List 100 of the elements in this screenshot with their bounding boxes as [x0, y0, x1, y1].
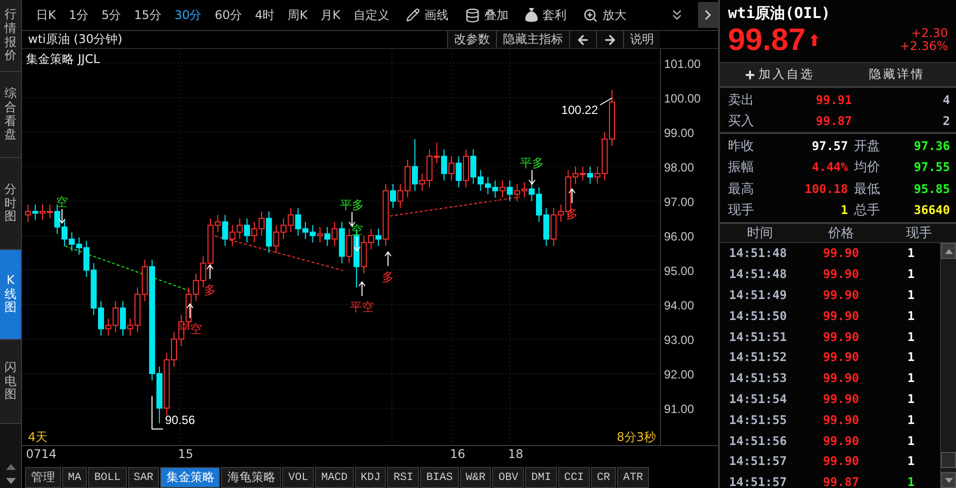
indicator-tab[interactable]: 管理 [25, 467, 61, 488]
period-tab[interactable]: 15分 [134, 6, 162, 24]
next-button[interactable] [596, 31, 623, 48]
chart-button[interactable]: 说明 [623, 31, 660, 48]
tick-time: 14:51:50 [728, 308, 788, 323]
indicator-tab[interactable]: RSI [387, 467, 420, 488]
indicator-tab[interactable]: MA [62, 467, 88, 488]
side-tab[interactable]: 分时图 [0, 158, 21, 250]
period-tab[interactable]: 60分 [214, 6, 242, 24]
tick-volume: 1 [906, 371, 916, 386]
price-axis-label: 100.00 [664, 92, 701, 106]
price-change: +2.30 [911, 27, 948, 40]
indicator-tab[interactable]: SAR [128, 467, 160, 488]
period-tab[interactable]: 周K [288, 6, 308, 24]
price-axis-label: 99.00 [664, 126, 694, 140]
tick-time: 14:51:56 [728, 434, 788, 448]
leader-line [600, 98, 612, 106]
scroll-down-icon [944, 478, 952, 482]
price-axis-label: 91.00 [664, 402, 694, 416]
toolbar-button[interactable]: 套利 [525, 6, 566, 24]
action-button[interactable]: 加入自选 [720, 63, 838, 86]
indicator-tab[interactable]: BOLL [88, 467, 127, 488]
next-button[interactable] [698, 2, 718, 28]
countdown-label: 8分3秒 [616, 430, 656, 444]
price-axis-label: 94.00 [664, 298, 694, 313]
signal-label: 空 [351, 223, 363, 237]
order-volume: 4 [942, 92, 950, 106]
tick-price: 99.90 [822, 371, 860, 386]
stat-label: 现手 [728, 202, 755, 220]
signal-arrow [358, 281, 366, 296]
period-tab[interactable]: 月K [320, 6, 340, 24]
side-tab[interactable]: 行情报价 [0, 0, 21, 72]
toolbar-button[interactable]: 画线 [406, 6, 448, 24]
indicator-tab[interactable]: CCI [558, 467, 590, 488]
signal-arrow [206, 264, 214, 280]
toolbar-button[interactable]: 放大 [583, 6, 626, 24]
indicator-tab[interactable]: W&R [460, 467, 492, 488]
indicator-tab[interactable]: OBV [492, 467, 524, 488]
price-axis-label: 93.00 [664, 333, 694, 348]
stat-label: 均价 [854, 159, 880, 176]
signal-label: 多 [382, 270, 394, 284]
indicator-tab[interactable]: BIAS [420, 467, 459, 488]
stat-label: 昨收 [728, 138, 755, 155]
period-tab[interactable]: 5分 [102, 6, 122, 24]
previous-button[interactable] [569, 31, 596, 48]
indicator-tab[interactable]: MACD [315, 467, 354, 488]
tick-price: 99.90 [822, 330, 860, 344]
order-price: 99.87 [814, 114, 852, 128]
stat-value: 97.57 [810, 138, 848, 153]
plus-icon [744, 68, 756, 80]
period-tab[interactable]: 自定义 [353, 6, 390, 24]
period-tab[interactable]: 1分 [68, 6, 89, 24]
scroll-up-icon[interactable] [6, 464, 16, 470]
stat-value: 95.85 [912, 182, 950, 196]
signal-label: 空 [56, 195, 68, 209]
scrollbar[interactable] [940, 243, 956, 488]
order-volume: 2 [942, 114, 950, 128]
tick-price: 99.90 [822, 392, 860, 406]
chart-button[interactable]: 隐藏主指标 [496, 31, 569, 48]
action-button[interactable]: 隐藏详情 [838, 63, 956, 86]
period-tab[interactable]: 4时 [255, 6, 275, 24]
indicator-tab[interactable]: VOL [282, 467, 314, 488]
price-axis-label: 96.00 [664, 230, 694, 244]
side-tab[interactable]: K线图 [0, 250, 21, 340]
side-tab[interactable]: 闪电图 [0, 340, 21, 424]
scroll-up-icon [944, 248, 952, 254]
column-header: 价格 [827, 225, 855, 242]
scroll-thumb[interactable] [941, 452, 956, 468]
toolbar-button[interactable]: 叠加 [465, 6, 508, 24]
stat-value: 97.55 [912, 160, 950, 174]
tick-time: 14:51:57 [728, 454, 788, 468]
tick-price: 99.90 [822, 246, 860, 260]
tick-time: 14:51:49 [728, 288, 788, 302]
instrument-name: wti原油(OIL) [728, 4, 832, 23]
indicator-tab[interactable]: 集金策略 [160, 467, 220, 488]
scroll-down-icon[interactable] [6, 478, 16, 484]
tick-volume: 1 [906, 454, 916, 468]
tick-volume: 1 [906, 246, 916, 260]
tick-price: 99.90 [822, 288, 860, 302]
tick-time: 14:51:55 [728, 412, 788, 427]
indicator-tab[interactable]: 海龟策略 [221, 467, 282, 488]
column-header: 现手 [905, 225, 933, 242]
period-tab[interactable]: 30分 [174, 6, 202, 24]
date-label: 15 [178, 447, 194, 461]
side-tab[interactable]: 综合看盘 [0, 72, 21, 158]
indicator-tab[interactable]: CR [590, 467, 616, 488]
tick-price: 99.90 [822, 434, 860, 448]
stat-value: 97.36 [912, 138, 950, 153]
tick-price: 99.90 [822, 454, 860, 468]
tick-time: 14:51:48 [728, 267, 788, 282]
chart-button[interactable]: 改参数 [447, 31, 496, 48]
period-tab[interactable]: 日K [36, 6, 56, 24]
signal-label: 平空 [350, 300, 374, 314]
indicator-tab[interactable]: KDJ [354, 467, 386, 488]
column-header: 时间 [746, 225, 774, 242]
indicator-tab[interactable]: DMI [525, 467, 558, 488]
database-icon [465, 8, 480, 22]
indicator-tab[interactable]: ATR [617, 467, 649, 488]
last-price: 99.87 [728, 23, 806, 57]
tick-price: 99.90 [822, 412, 860, 427]
